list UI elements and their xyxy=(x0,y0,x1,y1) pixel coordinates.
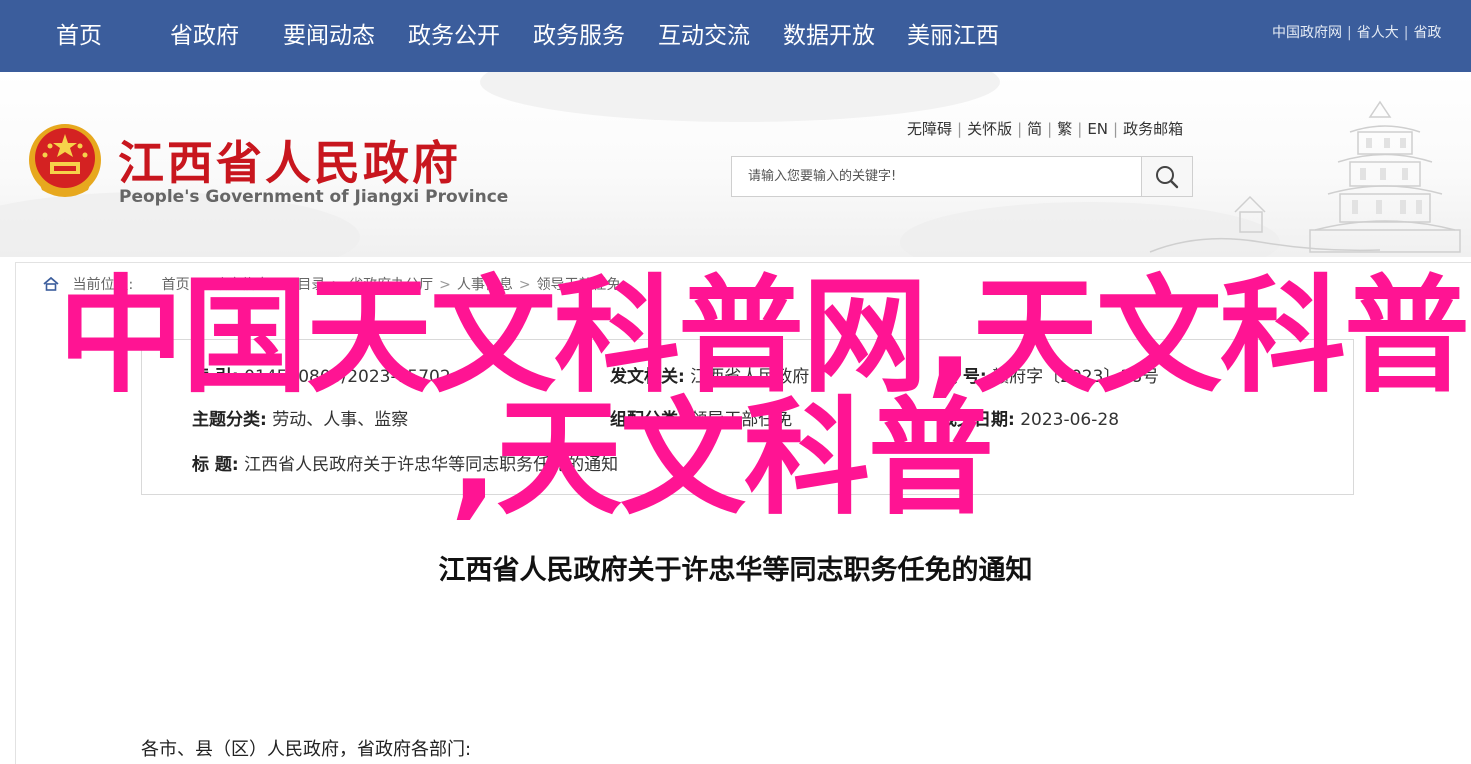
meta-topic: 主题分类: 劳动、人事、监察 xyxy=(192,405,408,430)
meta-issuer-label: 发文机关: xyxy=(610,367,685,387)
meta-date-value: 2023-06-28 xyxy=(1020,410,1120,430)
document-title: 江西省人民政府关于许忠华等同志职务任免的通知 xyxy=(438,555,1033,586)
nav-item-news[interactable]: 要闻动态 xyxy=(283,0,375,72)
meta-index-value: 014500800/2023-75702 xyxy=(244,367,451,387)
breadcrumb-separator: > xyxy=(518,277,531,293)
traditional-chinese-link[interactable]: 繁 xyxy=(1057,120,1072,138)
divider: | xyxy=(1047,120,1053,138)
care-mode-link[interactable]: 关怀版 xyxy=(967,120,1012,138)
divider: | xyxy=(1017,120,1023,138)
top-link-provincial-cppcc[interactable]: 省政 xyxy=(1413,25,1441,41)
nav-item-home[interactable]: 首页 xyxy=(56,0,102,72)
meta-date-label: 成文日期: xyxy=(940,410,1015,430)
breadcrumb-item-personnel-info[interactable]: 人事信息 xyxy=(457,277,513,293)
divider: | xyxy=(957,120,963,138)
meta-docno-value: 赣府字〔2023〕38号 xyxy=(992,367,1160,387)
nav-item-gov-services[interactable]: 政务服务 xyxy=(533,0,625,72)
nav-item-open-data[interactable]: 数据开放 xyxy=(783,0,875,72)
pagoda-illustration-icon xyxy=(1149,100,1461,253)
breadcrumb-label: 当前位置: xyxy=(72,277,134,293)
breadcrumb-separator: > xyxy=(195,277,208,293)
cloud-decoration xyxy=(480,72,1000,122)
accessibility-link[interactable]: 无障碍 xyxy=(907,120,952,138)
top-link-china-gov[interactable]: 中国政府网 xyxy=(1272,25,1342,41)
meta-topic-label: 主题分类: xyxy=(192,410,267,430)
top-nav-bar: 首页 省政府 要闻动态 政务公开 政务服务 互动交流 数据开放 美丽江西 中国政… xyxy=(0,0,1471,72)
meta-genre: 组配分类: 领导干部任免 xyxy=(610,405,792,430)
top-links: 中国政府网 | 省人大 | 省政 xyxy=(1272,22,1441,44)
divider: | xyxy=(1403,25,1409,41)
breadcrumb-separator: > xyxy=(331,277,344,293)
meta-title: 标 题: 江西省人民政府关于许忠华等同志职务任免的通知 xyxy=(192,450,618,475)
meta-title-value: 江西省人民政府关于许忠华等同志职务任免的通知 xyxy=(244,455,619,475)
divider: | xyxy=(1347,25,1352,41)
top-link-provincial-congress[interactable]: 省人大 xyxy=(1357,25,1399,41)
breadcrumb: 当前位置: 首页 > 政府信息公开目录 > 省政府办公厅 > 人事信息 > 领导干部任免 xyxy=(42,274,621,294)
search-box xyxy=(731,156,1193,197)
meta-genre-value: 领导干部任免 xyxy=(690,410,793,430)
meta-index-label: 索 引: xyxy=(192,367,239,387)
english-link[interactable]: EN xyxy=(1087,120,1108,138)
search-input[interactable] xyxy=(732,157,1141,196)
document-salutation: 各市、县（区）人民政府，省政府各部门: xyxy=(141,739,472,760)
breadcrumb-item-appointments[interactable]: 领导干部任免 xyxy=(537,277,621,293)
meta-docno: 文 号: 赣府字〔2023〕38号 xyxy=(940,362,1159,387)
nav-item-interaction[interactable]: 互动交流 xyxy=(658,0,750,72)
breadcrumb-item-home[interactable]: 首页 xyxy=(162,277,190,293)
breadcrumb-item-general-office[interactable]: 省政府办公厅 xyxy=(349,277,433,293)
site-logo-english: People's Government of Jiangxi Province xyxy=(119,187,509,207)
divider: | xyxy=(1077,120,1083,138)
simplified-chinese-link[interactable]: 简 xyxy=(1027,120,1042,138)
meta-issuer: 发文机关: 江西省人民政府 xyxy=(610,362,809,387)
breadcrumb-item-info-catalog[interactable]: 政府信息公开目录 xyxy=(213,277,325,293)
meta-genre-label: 组配分类: xyxy=(610,410,685,430)
meta-index: 索 引: 014500800/2023-75702 xyxy=(192,362,451,387)
meta-title-label: 标 题: xyxy=(192,455,239,475)
breadcrumb-separator: > xyxy=(439,277,451,293)
meta-issuer-value: 江西省人民政府 xyxy=(690,367,810,387)
nav-item-beautiful-jiangxi[interactable]: 美丽江西 xyxy=(907,0,999,72)
home-icon xyxy=(43,277,59,291)
site-logo-chinese[interactable]: 江西省人民政府 xyxy=(118,127,461,193)
meta-topic-value: 劳动、人事、监察 xyxy=(272,410,409,430)
nav-item-provincial-gov[interactable]: 省政府 xyxy=(170,0,239,72)
meta-date: 成文日期: 2023-06-28 xyxy=(940,405,1119,430)
site-header: 江西省人民政府 People's Government of Jiangxi P… xyxy=(0,72,1471,257)
meta-docno-label: 文 号: xyxy=(940,367,987,387)
nav-item-gov-affairs-open[interactable]: 政务公开 xyxy=(408,0,500,72)
national-emblem-icon xyxy=(29,124,101,197)
content-area xyxy=(15,262,1471,764)
divider: | xyxy=(1113,120,1119,138)
